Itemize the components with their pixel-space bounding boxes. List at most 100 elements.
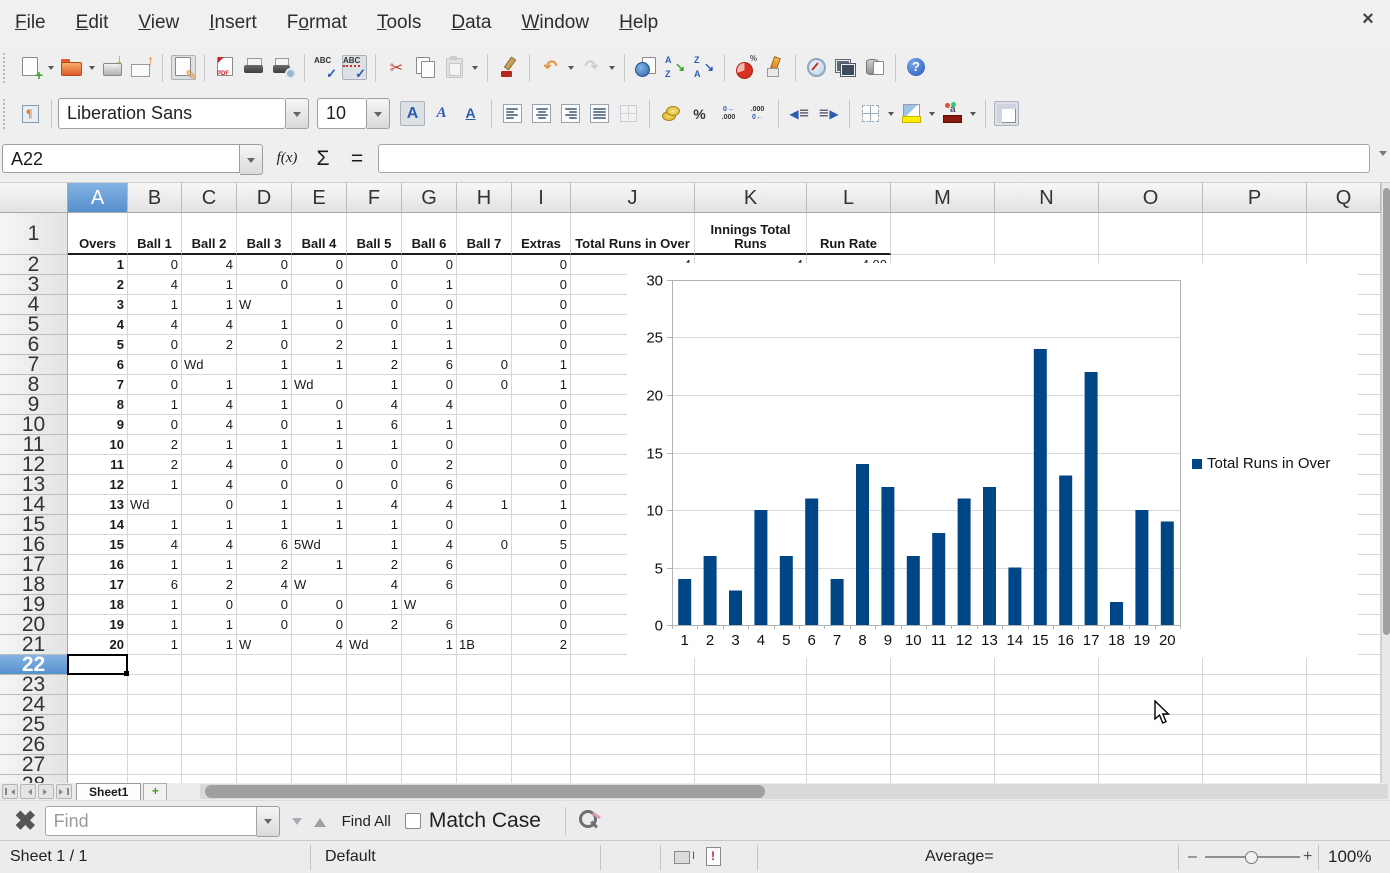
cell-C6[interactable]: 2 <box>182 335 237 355</box>
cell-D11[interactable]: 1 <box>237 435 292 455</box>
cell-H26[interactable] <box>457 735 512 755</box>
cell-B6[interactable]: 0 <box>128 335 182 355</box>
clone-formatting-icon[interactable] <box>496 55 521 80</box>
cell-B1[interactable]: Ball 1 <box>128 213 182 255</box>
column-header-N[interactable]: N <box>995 183 1099 213</box>
column-header-K[interactable]: K <box>695 183 807 213</box>
cell-A13[interactable]: 12 <box>68 475 128 495</box>
cell-I10[interactable]: 0 <box>512 415 571 435</box>
bar-over-11[interactable] <box>932 533 945 625</box>
cell-H8[interactable]: 0 <box>457 375 512 395</box>
cell-F5[interactable]: 0 <box>347 315 402 335</box>
font-name-dropdown[interactable] <box>286 98 309 129</box>
cell-H14[interactable]: 1 <box>457 495 512 515</box>
paste-icon[interactable] <box>442 55 467 80</box>
cell-F12[interactable]: 0 <box>347 455 402 475</box>
data-sources-icon[interactable] <box>862 55 887 80</box>
cell-B13[interactable]: 1 <box>128 475 182 495</box>
cell-F20[interactable]: 2 <box>347 615 402 635</box>
help-icon[interactable]: ? <box>904 55 929 80</box>
cell-B18[interactable]: 6 <box>128 575 182 595</box>
delete-decimal-icon[interactable]: .0000← <box>745 101 770 126</box>
cell-H23[interactable] <box>457 675 512 695</box>
menu-edit[interactable]: Edit <box>61 0 124 45</box>
cell-I13[interactable]: 0 <box>512 475 571 495</box>
bar-over-2[interactable] <box>704 556 717 625</box>
cell-A26[interactable] <box>68 735 128 755</box>
cell-H4[interactable] <box>457 295 512 315</box>
cell-I21[interactable]: 2 <box>512 635 571 655</box>
cell-P25[interactable] <box>1203 715 1307 735</box>
cell-C22[interactable] <box>182 655 237 675</box>
cell-G14[interactable]: 4 <box>402 495 457 515</box>
column-header-F[interactable]: F <box>347 183 402 213</box>
cell-B26[interactable] <box>128 735 182 755</box>
cell-I1[interactable]: Extras <box>512 213 571 255</box>
background-color-dropdown[interactable] <box>926 101 937 126</box>
cell-I20[interactable]: 0 <box>512 615 571 635</box>
cell-B16[interactable]: 4 <box>128 535 182 555</box>
menu-insert[interactable]: Insert <box>194 0 272 45</box>
bar-over-19[interactable] <box>1135 510 1148 625</box>
cell-C11[interactable]: 1 <box>182 435 237 455</box>
cell-F26[interactable] <box>347 735 402 755</box>
cell-F21[interactable]: Wd <box>347 635 402 655</box>
new-document-dropdown[interactable] <box>45 55 56 80</box>
align-right-icon[interactable] <box>558 101 583 126</box>
cell-H19[interactable] <box>457 595 512 615</box>
cell-E28[interactable] <box>292 775 347 783</box>
cell-G7[interactable]: 6 <box>402 355 457 375</box>
cell-B9[interactable]: 1 <box>128 395 182 415</box>
cell-J28[interactable] <box>571 775 695 783</box>
bar-over-17[interactable] <box>1085 372 1098 625</box>
cell-E21[interactable]: 4 <box>292 635 347 655</box>
cell-F2[interactable]: 0 <box>347 255 402 275</box>
cell-E6[interactable]: 2 <box>292 335 347 355</box>
cell-P23[interactable] <box>1203 675 1307 695</box>
menu-window[interactable]: Window <box>506 0 604 45</box>
cell-L23[interactable] <box>807 675 891 695</box>
column-header-B[interactable]: B <box>128 183 182 213</box>
cell-I15[interactable]: 0 <box>512 515 571 535</box>
cell-M25[interactable] <box>891 715 995 735</box>
cell-F15[interactable]: 1 <box>347 515 402 535</box>
cell-I24[interactable] <box>512 695 571 715</box>
cell-G27[interactable] <box>402 755 457 775</box>
function-wizard-icon[interactable]: f(x) <box>272 144 302 173</box>
cell-B5[interactable]: 4 <box>128 315 182 335</box>
cell-E19[interactable]: 0 <box>292 595 347 615</box>
cell-G25[interactable] <box>402 715 457 735</box>
cell-F22[interactable] <box>347 655 402 675</box>
cell-Q23[interactable] <box>1307 675 1381 695</box>
cell-E1[interactable]: Ball 4 <box>292 213 347 255</box>
column-header-D[interactable]: D <box>237 183 292 213</box>
cell-G23[interactable] <box>402 675 457 695</box>
cell-F6[interactable]: 1 <box>347 335 402 355</box>
cell-H16[interactable]: 0 <box>457 535 512 555</box>
cell-A9[interactable]: 8 <box>68 395 128 415</box>
column-header-A[interactable]: A <box>68 183 128 213</box>
bar-over-7[interactable] <box>831 579 844 625</box>
cell-E13[interactable]: 0 <box>292 475 347 495</box>
cell-C24[interactable] <box>182 695 237 715</box>
column-header-O[interactable]: O <box>1099 183 1203 213</box>
cell-J1[interactable]: Total Runs in Over <box>571 213 695 255</box>
next-sheet-button[interactable] <box>38 784 54 799</box>
cell-G10[interactable]: 1 <box>402 415 457 435</box>
cell-Q27[interactable] <box>1307 755 1381 775</box>
cell-K24[interactable] <box>695 695 807 715</box>
bar-over-9[interactable] <box>881 487 894 625</box>
cell-Q28[interactable] <box>1307 775 1381 783</box>
cell-I26[interactable] <box>512 735 571 755</box>
zoom-in-icon[interactable]: + <box>1303 841 1312 873</box>
cell-A10[interactable]: 9 <box>68 415 128 435</box>
cell-G1[interactable]: Ball 6 <box>402 213 457 255</box>
cell-A1[interactable]: Overs <box>68 213 128 255</box>
cell-P26[interactable] <box>1203 735 1307 755</box>
cell-I14[interactable]: 1 <box>512 495 571 515</box>
cell-G18[interactable]: 6 <box>402 575 457 595</box>
cell-G15[interactable]: 0 <box>402 515 457 535</box>
cell-B21[interactable]: 1 <box>128 635 182 655</box>
cell-B25[interactable] <box>128 715 182 735</box>
bold-icon[interactable]: A <box>400 101 425 126</box>
